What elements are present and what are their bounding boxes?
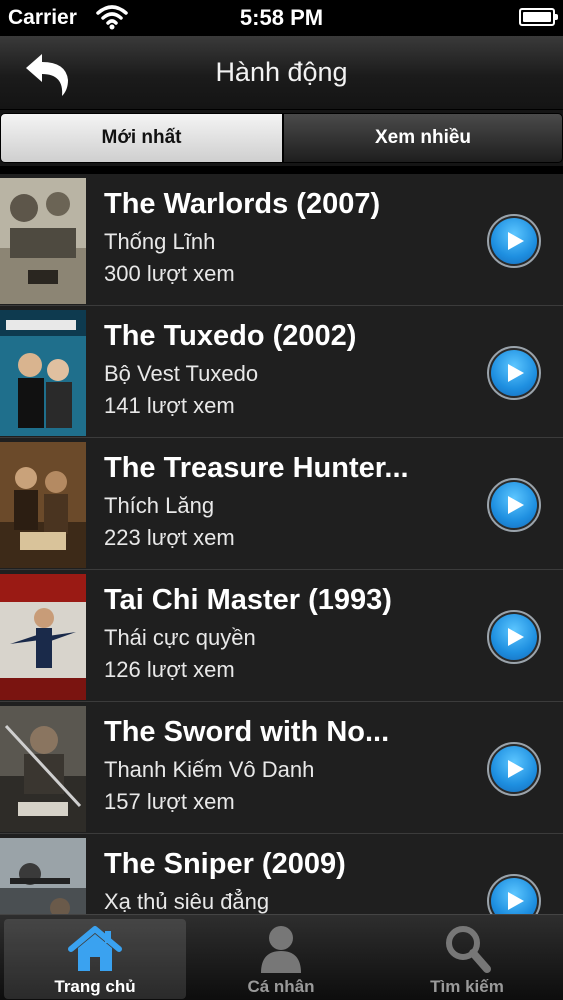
play-button[interactable] <box>487 874 541 914</box>
home-icon <box>68 926 122 971</box>
movie-subtitle: Xạ thủ siêu đẳng <box>104 889 270 914</box>
movie-poster <box>0 838 86 914</box>
view-count: 141 lượt xem <box>104 393 235 418</box>
movie-poster <box>0 574 86 700</box>
movie-subtitle: Thái cực quyền <box>104 625 256 650</box>
tab-bar: Trang chủ Cá nhân Tìm kiếm <box>0 914 563 1000</box>
movie-subtitle: Thống Lĩnh <box>104 229 216 254</box>
play-icon <box>507 364 524 382</box>
search-icon <box>446 926 491 973</box>
play-button[interactable] <box>487 742 541 796</box>
tab-search[interactable]: Tìm kiếm <box>376 919 558 999</box>
play-button[interactable] <box>487 346 541 400</box>
tab-label: Trang chủ <box>54 977 136 996</box>
segmented-control: Mới nhất Xem nhiều <box>0 110 563 166</box>
list-item[interactable]: The Warlords (2007) Thống Lĩnh 300 lượt … <box>0 174 563 306</box>
list-item[interactable]: The Sword with No... Thanh Kiếm Vô Danh … <box>0 702 563 834</box>
movie-title: Tai Chi Master (1993) <box>104 584 392 616</box>
play-icon <box>507 760 524 778</box>
tab-most-viewed[interactable]: Xem nhiều <box>283 113 563 163</box>
movie-subtitle: Thích Lăng <box>104 493 215 518</box>
tab-label: Cá nhân <box>247 977 315 996</box>
play-button[interactable] <box>487 610 541 664</box>
view-count: 157 lượt xem <box>104 789 235 814</box>
tab-profile[interactable]: Cá nhân <box>190 919 372 999</box>
view-count: 300 lượt xem <box>104 261 235 286</box>
battery-icon <box>519 8 558 26</box>
view-count: 223 lượt xem <box>104 525 235 550</box>
movie-poster <box>0 442 86 568</box>
movie-title: The Warlords (2007) <box>104 188 381 220</box>
play-button[interactable] <box>487 478 541 532</box>
movie-title: The Tuxedo (2002) <box>104 320 357 352</box>
movie-title: The Treasure Hunter... <box>104 452 409 484</box>
movie-subtitle: Thanh Kiếm Vô Danh <box>104 757 315 782</box>
status-time: 5:58 PM <box>239 5 324 30</box>
play-icon <box>507 628 524 646</box>
movie-list[interactable]: The Warlords (2007) Thống Lĩnh 300 lượt … <box>0 174 563 914</box>
movie-poster <box>0 178 86 304</box>
movie-title: The Sword with No... <box>104 716 390 748</box>
play-icon <box>507 232 524 250</box>
tab-latest[interactable]: Mới nhất <box>0 113 283 163</box>
movie-title: The Sniper (2009) <box>104 848 346 880</box>
list-item[interactable]: Tai Chi Master (1993) Thái cực quyền 126… <box>0 570 563 702</box>
page-title: Hành động <box>215 57 348 87</box>
tab-label: Tìm kiếm <box>430 977 504 996</box>
list-item[interactable]: The Sniper (2009) Xạ thủ siêu đẳng <box>0 834 563 914</box>
navigation-bar: Hành động <box>0 36 563 110</box>
status-bar: Carrier 5:58 PM <box>0 0 563 36</box>
list-item[interactable]: The Tuxedo (2002) Bộ Vest Tuxedo 141 lượ… <box>0 306 563 438</box>
list-item[interactable]: The Treasure Hunter... Thích Lăng 223 lư… <box>0 438 563 570</box>
movie-subtitle: Bộ Vest Tuxedo <box>104 361 259 386</box>
movie-poster <box>0 706 86 832</box>
tab-home[interactable]: Trang chủ <box>4 919 186 999</box>
view-count: 126 lượt xem <box>104 657 235 682</box>
person-icon <box>261 926 301 973</box>
play-icon <box>507 496 524 514</box>
movie-poster <box>0 310 86 436</box>
play-button[interactable] <box>487 214 541 268</box>
play-icon <box>507 892 524 910</box>
